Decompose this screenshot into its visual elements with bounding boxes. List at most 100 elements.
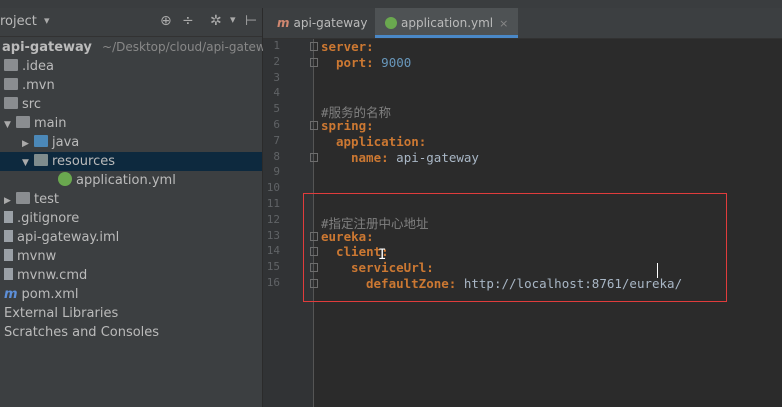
tree-item-api-gateway[interactable]: api-gateway ~/Desktop/cloud/api-gatew — [2, 38, 266, 57]
resources-folder-icon — [34, 154, 48, 166]
line-number: 12 — [266, 212, 280, 226]
line-number: 8 — [273, 149, 280, 163]
tree-item-scratches[interactable]: Scratches and Consoles — [4, 323, 159, 342]
line-number: 4 — [273, 86, 280, 100]
chevron-down-icon[interactable]: ▾ — [44, 14, 50, 27]
tree-item-main[interactable]: ▼ main — [4, 114, 66, 133]
tree-item-path: ~/Desktop/cloud/api-gatew — [102, 40, 266, 54]
tree-item-label: api-gateway.iml — [17, 230, 120, 245]
code-line[interactable]: server: — [321, 39, 374, 54]
collapse-icon[interactable]: ÷ — [182, 13, 194, 29]
hide-panel-icon[interactable]: ⊢ — [245, 13, 257, 29]
tab-label: application.yml — [401, 16, 494, 30]
line-number: 3 — [273, 70, 280, 84]
highlight-box — [303, 193, 727, 302]
tree-item-label: External Libraries — [4, 306, 119, 321]
chevron-down-icon[interactable]: ▾ — [230, 13, 236, 26]
chevron-down-icon[interactable]: ▼ — [22, 154, 34, 173]
tree-item-gitignore[interactable]: .gitignore — [4, 209, 79, 228]
line-number: 10 — [266, 181, 280, 195]
tab-api-gateway[interactable]: mapi-gateway× — [269, 8, 391, 38]
spring-leaf-icon — [385, 17, 397, 29]
tree-item-external-libraries[interactable]: External Libraries — [4, 304, 118, 323]
tree-item-idea[interactable]: .idea — [4, 57, 54, 76]
tree-item-label: mvnw — [17, 249, 57, 264]
yaml-separator: : — [366, 118, 374, 133]
tab-label: api-gateway — [293, 16, 368, 30]
line-number: 1 — [273, 39, 280, 52]
line-number: 14 — [266, 244, 280, 258]
yaml-separator: : — [381, 149, 397, 165]
line-number: 16 — [266, 276, 280, 289]
chevron-down-icon[interactable]: ▼ — [4, 116, 16, 135]
tree-item-label: src — [22, 97, 41, 112]
project-panel: roject ▾ ⊕ ÷ ✲ ▾ ⊢ api-gateway ~/Desktop… — [0, 8, 266, 407]
tree-item-label: java — [52, 135, 80, 150]
tree-item-pom-xml[interactable]: m pom.xml — [4, 285, 79, 304]
yaml-separator: : — [366, 39, 374, 54]
fold-marker-icon[interactable] — [310, 121, 318, 130]
tree-item-label: .gitignore — [17, 211, 80, 226]
folder-icon — [4, 59, 18, 71]
line-number: 6 — [273, 118, 280, 131]
yaml-value: 9000 — [381, 54, 412, 70]
file-icon — [4, 211, 13, 223]
mouse-ibeam-cursor: I — [378, 247, 387, 263]
tree-item-mvn[interactable]: .mvn — [4, 76, 55, 95]
tree-item-application-yml[interactable]: application.yml — [58, 171, 176, 190]
folder-icon — [4, 78, 18, 90]
gear-icon[interactable]: ✲ — [210, 13, 222, 29]
yaml-separator: : — [418, 133, 427, 149]
tree-item-label: api-gateway — [2, 40, 92, 55]
code-line[interactable]: port: 9000 — [336, 55, 411, 70]
tab-application-yml[interactable]: application.yml × — [375, 8, 519, 38]
line-number: 15 — [266, 260, 280, 274]
code-line[interactable]: application: — [336, 134, 426, 149]
line-number: 2 — [273, 54, 280, 68]
folder-icon — [16, 116, 30, 128]
m-icon: m — [277, 16, 290, 30]
tree-item-label: Scratches and Consoles — [4, 325, 160, 340]
tree-item-iml[interactable]: api-gateway.iml — [4, 228, 119, 247]
yaml-key: port — [336, 54, 367, 70]
code-line[interactable]: spring: — [321, 118, 374, 133]
yaml-key: application — [336, 133, 419, 149]
tree-item-label: main — [34, 116, 67, 131]
file-icon — [4, 249, 13, 261]
tree-item-label: pom.xml — [21, 287, 79, 302]
target-icon[interactable]: ⊕ — [160, 13, 172, 29]
tree-item-test[interactable]: ▶ test — [4, 190, 59, 209]
tree-item-label: application.yml — [76, 173, 176, 188]
tree-item-java[interactable]: ▶ java — [22, 133, 79, 152]
code-line[interactable]: name: api-gateway — [351, 150, 479, 165]
tree-item-label: .idea — [22, 59, 54, 74]
editor-tabs: mapi-gateway× application.yml × — [263, 8, 782, 39]
tree-item-label: test — [34, 192, 59, 207]
tree-item-mvnw-cmd[interactable]: mvnw.cmd — [4, 266, 87, 285]
line-number: 7 — [273, 133, 280, 147]
yaml-separator: : — [366, 54, 382, 70]
text-caret — [657, 263, 658, 278]
tree-item-resources[interactable]: ▼ resources — [22, 152, 115, 171]
fold-marker-icon[interactable] — [310, 42, 318, 51]
fold-marker-icon[interactable] — [310, 57, 318, 67]
yaml-value: api-gateway — [396, 149, 479, 165]
line-number: 9 — [273, 165, 280, 179]
source-folder-icon — [34, 135, 48, 147]
line-number: 11 — [266, 197, 280, 210]
tree-item-label: .mvn — [22, 78, 55, 93]
close-icon[interactable]: × — [499, 17, 508, 30]
file-icon — [4, 268, 13, 280]
file-icon — [4, 230, 13, 242]
line-number: 5 — [273, 102, 280, 116]
yaml-key: name — [351, 149, 382, 165]
yaml-key: spring — [321, 118, 367, 133]
tree-item-mvnw[interactable]: mvnw — [4, 247, 56, 266]
project-panel-header: roject ▾ ⊕ ÷ ✲ ▾ ⊢ — [0, 8, 262, 37]
maven-icon: m — [4, 287, 18, 302]
window-top-strip — [0, 0, 782, 8]
tree-item-src[interactable]: src — [4, 95, 41, 114]
line-number: 13 — [266, 228, 280, 242]
fold-marker-icon[interactable] — [310, 152, 318, 162]
project-panel-title[interactable]: roject — [0, 14, 37, 29]
